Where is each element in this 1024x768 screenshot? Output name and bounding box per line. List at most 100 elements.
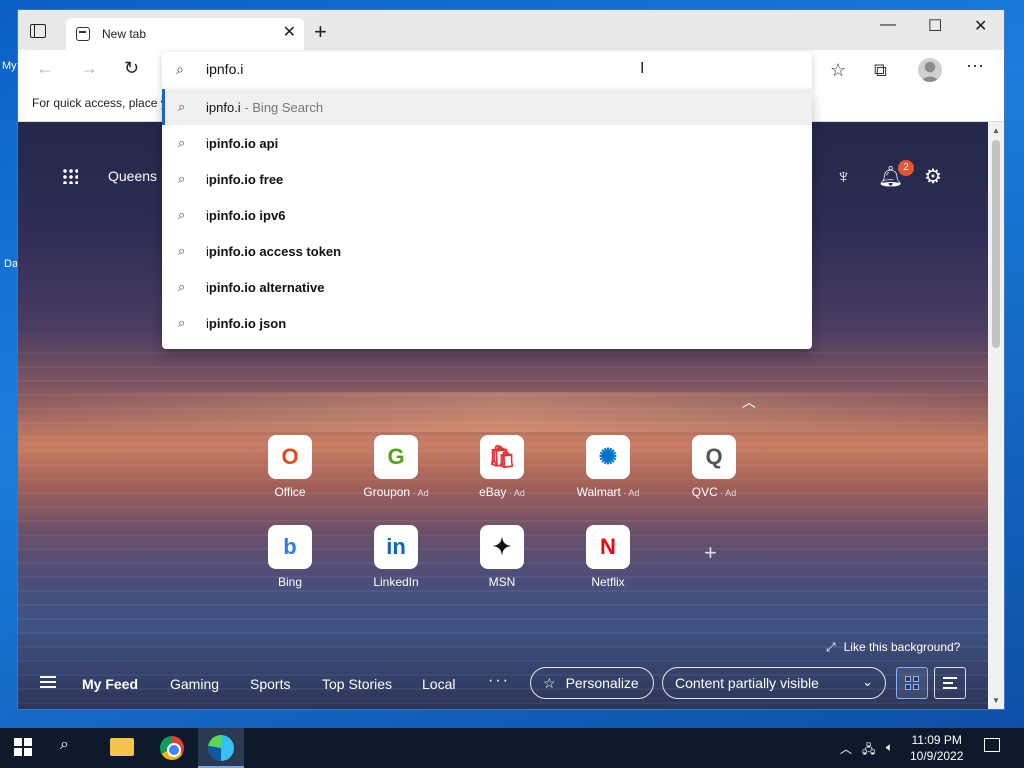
taskbar-search-icon[interactable]: ⌕ [60,736,88,764]
file-explorer-icon[interactable] [110,738,134,756]
feed-tab-my-feed[interactable]: My Feed [82,676,138,692]
rewards-icon[interactable]: ♆ [836,166,851,189]
suggestion-item[interactable]: ⌕ ipinfo.io api [162,125,812,161]
scroll-down-arrow-icon[interactable]: ▼ [992,696,1000,705]
address-input[interactable] [206,61,766,77]
quick-link-logo-icon: ✺ [586,435,630,479]
list-layout-button[interactable] [934,667,966,699]
app-launcher-icon[interactable] [62,168,78,184]
quick-link-linkedin[interactable]: in LinkedIn [356,525,436,589]
quick-link-walmart[interactable]: ✺ Walmart · Ad [568,435,648,499]
suggestion-completion: pinfo.io access token [208,243,342,259]
quick-link-name: Walmart [576,485,621,499]
quick-link-logo-icon: b [268,525,312,569]
network-icon[interactable]: 🖧︎ [862,740,875,761]
personalize-button[interactable]: ☆ Personalize [530,667,654,699]
suggestion-typed-part: ipnfo.i [206,99,241,115]
favorites-bar-hint: For quick access, place y [32,96,167,110]
maximize-button[interactable]: ☐ [928,16,942,36]
feed-tab-gaming[interactable]: Gaming [170,676,219,692]
suggestion-item[interactable]: ⌕ ipinfo.io ipv6 [162,197,812,233]
suggestion-completion: pinfo.io free [208,171,284,187]
quick-link-groupon[interactable]: G Groupon · Ad [356,435,436,499]
ad-marker: · Ad [410,488,429,498]
refresh-button[interactable]: ↻ [124,58,139,79]
feed-tab-top-stories[interactable]: Top Stories [322,676,392,692]
scroll-up-arrow-icon[interactable]: ▲ [992,126,1000,135]
new-tab-button[interactable]: + [314,21,327,43]
quick-link-bing[interactable]: b Bing [250,525,330,589]
page-scrollbar[interactable]: ▲ ▼ [988,122,1004,709]
quick-link-logo-icon: N [586,525,630,569]
quick-link-logo-icon: 🛍 [480,435,524,479]
chrome-icon[interactable] [160,736,184,760]
suggestion-item[interactable]: ⌕ ipinfo.io free [162,161,812,197]
search-icon: ⌕ [178,315,186,330]
quick-link-name: eBay [479,485,507,499]
close-window-button[interactable]: ✕ [974,16,987,36]
suggestion-text: ipinfo.io access token [206,244,341,259]
quick-link-name: QVC [691,485,718,499]
edge-icon[interactable] [208,735,234,761]
feed-tab-sports[interactable]: Sports [250,676,290,692]
quick-link-name: LinkedIn [373,575,419,589]
desktop-icon-label-da[interactable]: Da [4,258,18,270]
suggestion-completion: pinfo.io json [208,315,287,331]
system-clock[interactable]: 11:09 PM 10/9/2022 [910,732,963,764]
title-bar: New tab ✕ + — ☐ ✕ [18,10,1004,50]
profile-avatar[interactable] [918,58,942,82]
new-tab-page-icon [76,27,90,41]
quick-link-ebay[interactable]: 🛍 eBay · Ad [462,435,542,499]
collections-icon[interactable]: ⧉ [874,60,887,81]
tab-close-icon[interactable]: ✕ [283,25,296,41]
address-bar[interactable]: ⌕ I [162,52,812,89]
volume-icon[interactable]: 🔈︎ [886,740,893,755]
suggestion-text: ipinfo.io api [206,136,278,151]
like-background-link[interactable]: ⤢ Like this background? [826,640,960,655]
quick-link-label: LinkedIn [356,575,436,589]
feed-menu-icon[interactable] [40,676,56,688]
quick-link-logo-icon: in [374,525,418,569]
suggestion-item[interactable]: ⌕ ipnfo.i - Bing Search [162,89,812,125]
quick-link-msn[interactable]: ✦ MSN [462,525,542,589]
ad-marker: · Ad [717,488,737,498]
page-settings-gear-icon[interactable]: ⚙ [924,164,942,189]
content-visibility-dropdown[interactable]: Content partially visible ⌄ [662,667,886,699]
tab-new-tab[interactable]: New tab ✕ [66,18,304,50]
quick-link-name: MSN [488,575,516,589]
tab-title: New tab [102,27,147,41]
suggestion-text: ipinfo.io ipv6 [206,208,285,223]
scrollbar-thumb[interactable] [992,140,1000,348]
quick-link-netflix[interactable]: N Netflix [568,525,648,589]
ad-marker: · Ad [620,488,640,498]
start-button-windows-icon[interactable] [14,738,32,756]
quick-link-office[interactable]: O Office [250,435,330,499]
suggestion-item[interactable]: ⌕ ipinfo.io alternative [162,269,812,305]
desktop-icon-label-my[interactable]: My [2,60,17,72]
search-icon: ⌕ [178,171,186,186]
clock-date: 10/9/2022 [910,749,964,763]
grid-icon [905,676,919,690]
personalize-label: Personalize [565,675,639,691]
feed-tab-local[interactable]: Local [422,676,455,692]
weather-location[interactable]: Queens [108,168,157,184]
more-feed-tabs-icon[interactable]: ··· [488,672,510,690]
suggestion-item[interactable]: ⌕ ipinfo.io access token [162,233,812,269]
suggestion-hint: - Bing Search [240,99,324,115]
search-icon: ⌕ [176,61,184,77]
minimize-button[interactable]: — [880,16,896,34]
collapse-quick-links-chevron-icon[interactable]: ︿ [742,392,756,412]
tab-actions-icon[interactable] [30,24,46,38]
action-center-notification-icon[interactable] [984,738,1000,752]
back-button[interactable]: ← [36,58,54,79]
grid-layout-button[interactable] [896,667,928,699]
show-hidden-icons-chevron-icon[interactable]: ︿ [840,740,852,757]
add-quick-link-button[interactable]: + [704,540,717,566]
quick-link-qvc[interactable]: Q QVC · Ad [674,435,754,499]
windows-taskbar: ⌕ ︿ 🖧︎ 🔈︎ 11:09 PM 10/9/2022 [0,728,1024,768]
quick-link-logo-icon: G [374,435,418,479]
settings-and-more-icon[interactable]: ⋯ [966,56,985,77]
forward-button[interactable]: → [80,58,98,79]
favorites-icon[interactable]: ☆ [830,60,846,81]
suggestion-item[interactable]: ⌕ ipinfo.io json [162,305,812,341]
